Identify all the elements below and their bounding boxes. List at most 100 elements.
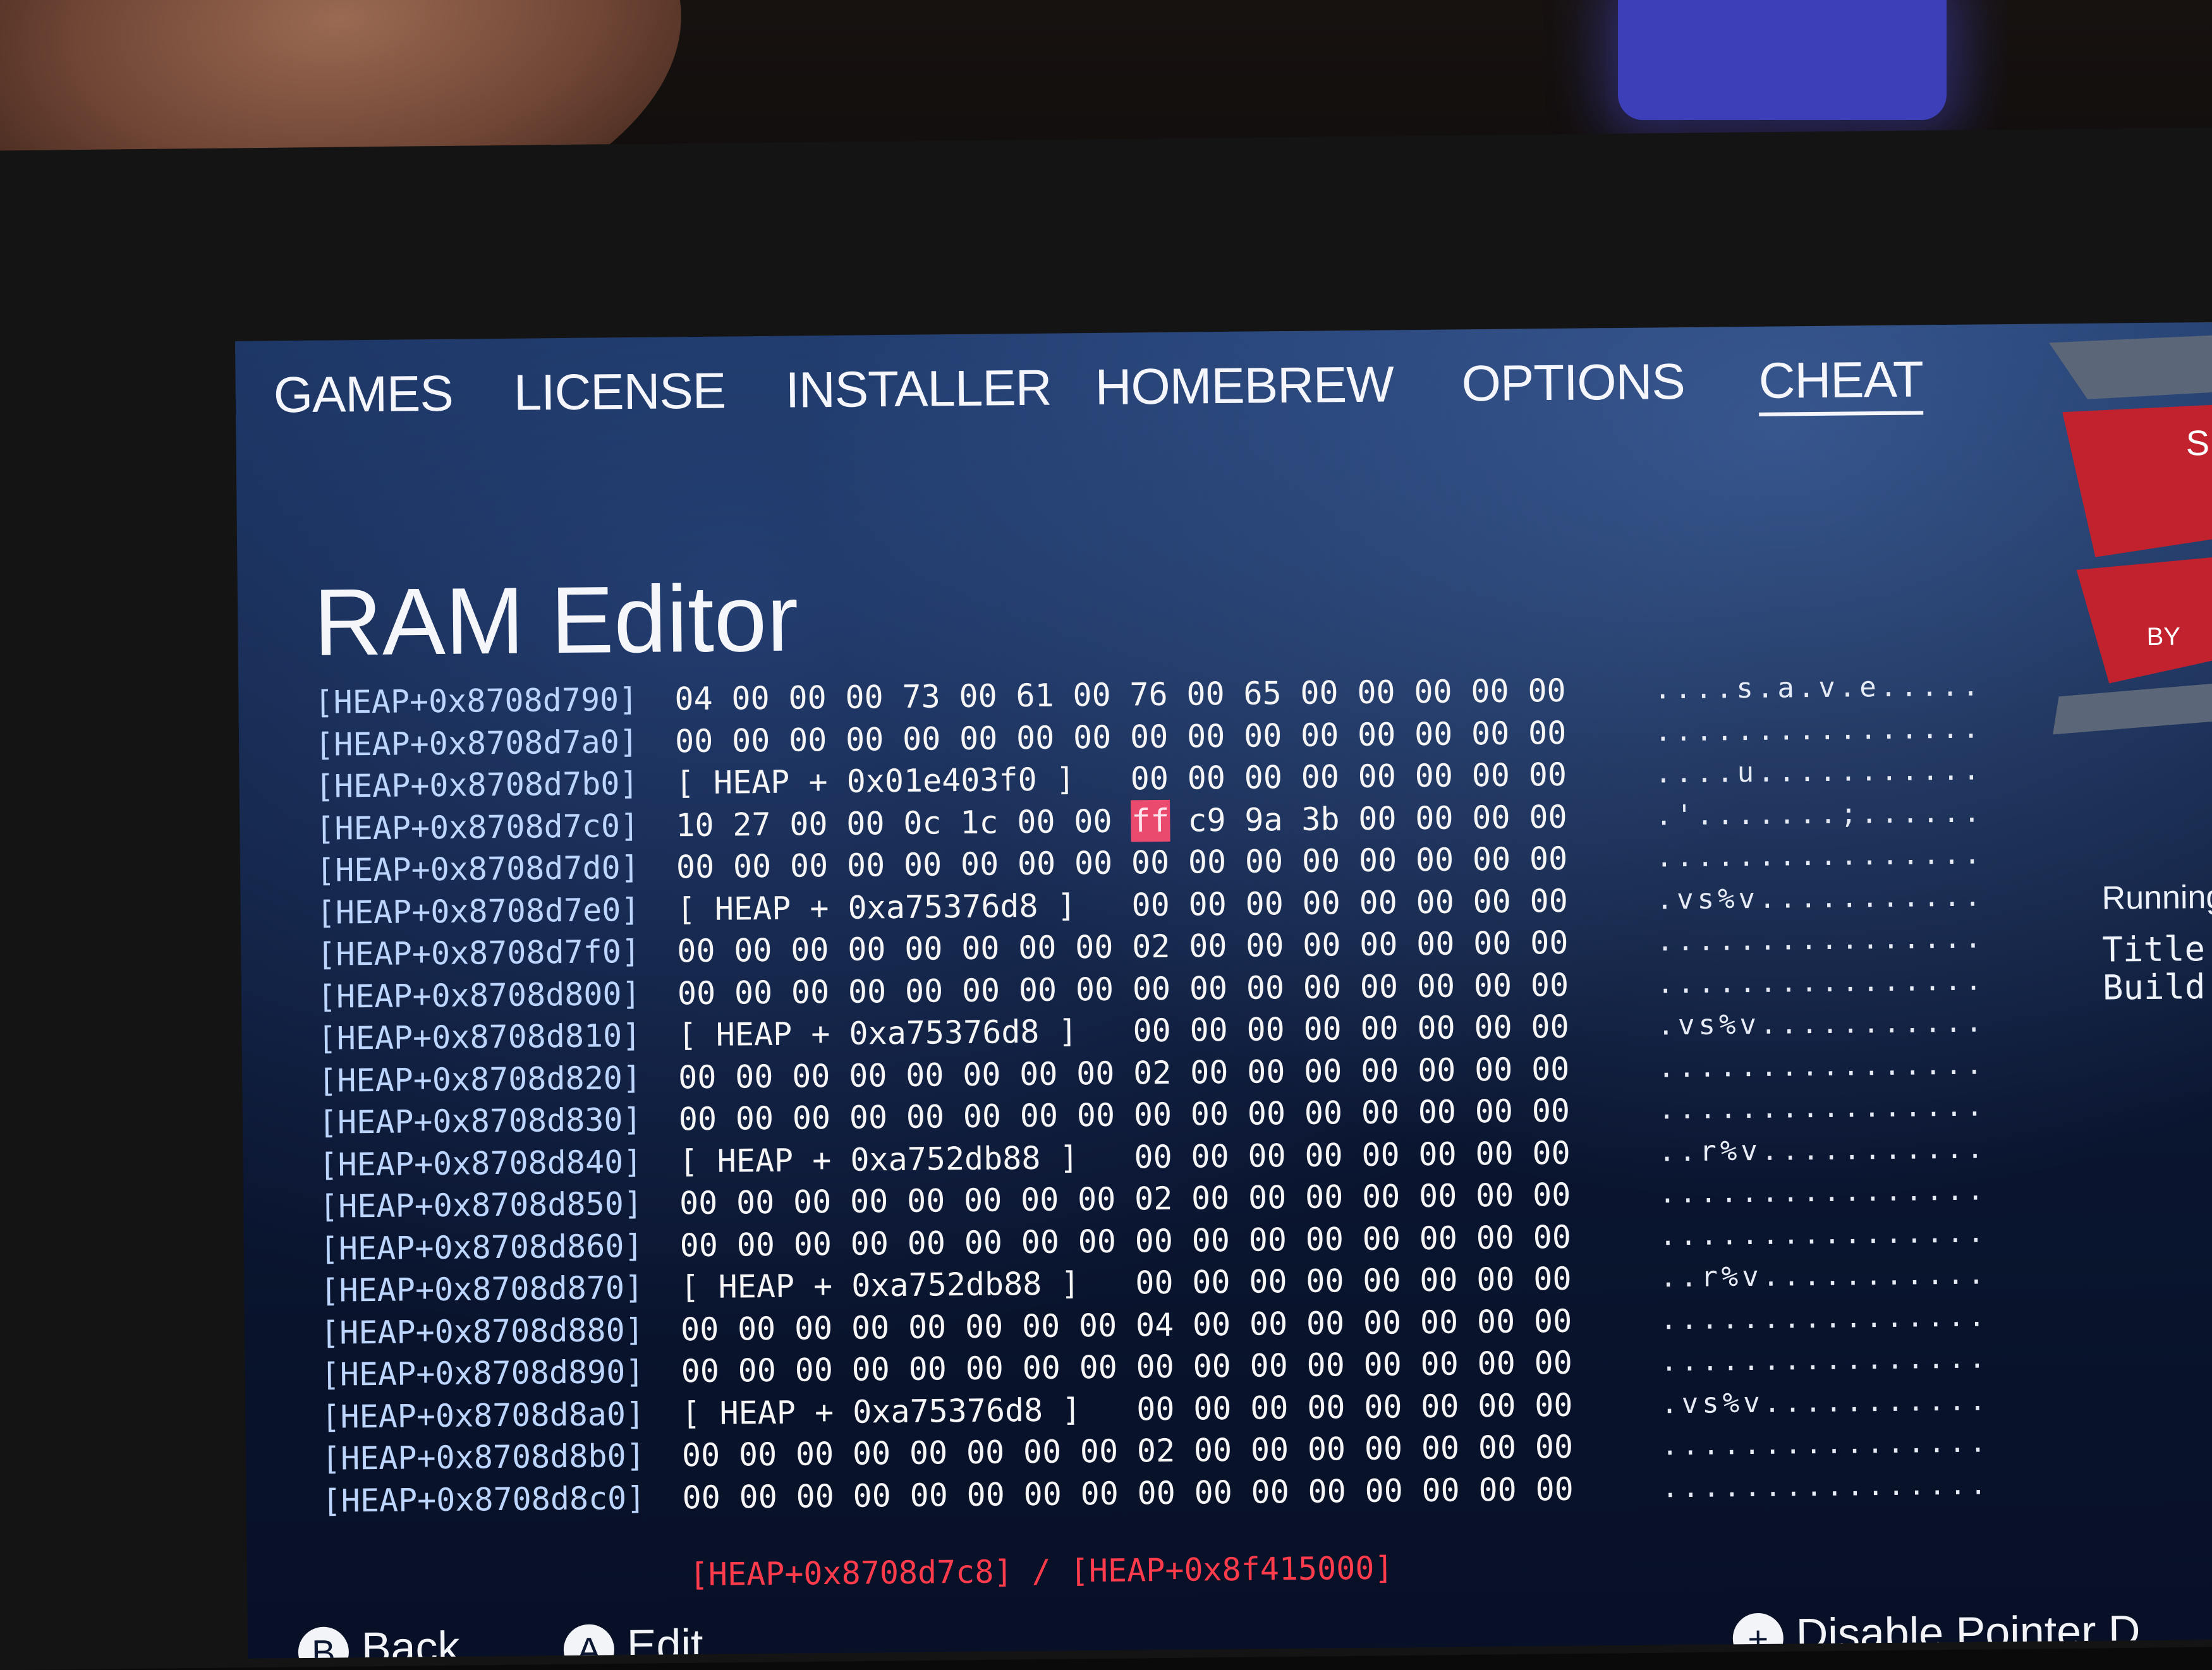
- hex-byte[interactable]: 00: [1419, 1259, 1477, 1301]
- hex-byte[interactable]: 00: [1188, 841, 1246, 883]
- hex-byte[interactable]: 00: [1307, 1386, 1364, 1428]
- hex-byte[interactable]: 00: [792, 1055, 849, 1097]
- hex-byte[interactable]: 00: [1416, 881, 1473, 923]
- hex-byte[interactable]: 00: [1531, 1089, 1589, 1132]
- hex-byte[interactable]: 00: [1073, 716, 1131, 758]
- hex-byte[interactable]: 00: [1018, 842, 1075, 885]
- hex-byte[interactable]: 00: [1416, 923, 1474, 965]
- tab-license[interactable]: LICENSE: [513, 362, 726, 422]
- hex-byte[interactable]: 00: [1189, 1009, 1247, 1051]
- hex-byte[interactable]: 00: [1016, 717, 1074, 759]
- hex-byte[interactable]: 00: [851, 1306, 909, 1348]
- hex-byte[interactable]: 00: [733, 845, 791, 888]
- hex-byte[interactable]: 00: [736, 1098, 793, 1140]
- hex-byte[interactable]: 00: [1473, 838, 1530, 880]
- hex-byte[interactable]: 00: [1473, 880, 1530, 923]
- hex-byte[interactable]: 00: [679, 1182, 737, 1224]
- hex-byte[interactable]: 00: [965, 1347, 1023, 1389]
- hex-byte[interactable]: 00: [1414, 713, 1472, 755]
- hex-byte[interactable]: 00: [1420, 1343, 1478, 1385]
- hex-byte[interactable]: 00: [1023, 1473, 1081, 1515]
- hex-byte[interactable]: 00: [1474, 964, 1531, 1007]
- hex-byte[interactable]: 00: [1187, 757, 1244, 799]
- hex-row[interactable]: [HEAP+0x8708d800] 00 00 00 00 00 00 00 00 00 00 00 0…: [317, 964, 1986, 1017]
- pointer-value[interactable]: [ HEAP + 0x01e403f0 ]: [675, 758, 1131, 804]
- hex-byte[interactable]: 00: [1308, 1428, 1365, 1470]
- hex-byte[interactable]: 00: [1191, 1135, 1248, 1177]
- hex-byte[interactable]: 00: [1075, 926, 1133, 968]
- hex-byte[interactable]: 00: [1476, 1216, 1533, 1259]
- hex-byte[interactable]: 00: [846, 802, 904, 844]
- hex-byte[interactable]: 00: [1477, 1342, 1534, 1384]
- hex-byte[interactable]: 00: [1477, 1300, 1534, 1343]
- hex-byte[interactable]: 00: [1134, 1094, 1191, 1136]
- hex-byte[interactable]: 73: [902, 675, 959, 718]
- hex-byte[interactable]: 00: [1135, 1262, 1193, 1304]
- hex-byte[interactable]: 00: [1361, 1134, 1419, 1176]
- hex-byte[interactable]: 61: [1016, 674, 1073, 717]
- hex-byte[interactable]: 00: [1358, 713, 1415, 756]
- hex-byte[interactable]: 00: [963, 1095, 1021, 1137]
- tab-options[interactable]: OPTIONS: [1461, 353, 1685, 413]
- hex-byte[interactable]: 00: [1131, 883, 1189, 926]
- hex-byte[interactable]: 00: [1190, 1093, 1248, 1135]
- hex-byte[interactable]: 00: [1078, 1178, 1135, 1220]
- hex-byte[interactable]: 00: [1249, 1345, 1307, 1387]
- hex-byte[interactable]: 00: [1301, 713, 1358, 756]
- hex-byte[interactable]: 00: [1478, 1426, 1536, 1468]
- hex-byte[interactable]: 00: [1364, 1386, 1421, 1428]
- hex-byte[interactable]: 00: [907, 1180, 964, 1222]
- hex-byte[interactable]: 00: [1251, 1429, 1308, 1471]
- hex-byte[interactable]: 00: [964, 1221, 1021, 1264]
- hex-byte[interactable]: 00: [682, 1476, 739, 1518]
- hex-byte[interactable]: 00: [1303, 965, 1361, 1008]
- hex-byte[interactable]: 00: [678, 972, 735, 1014]
- hex-byte[interactable]: 00: [909, 1432, 967, 1474]
- hex-byte[interactable]: 00: [788, 677, 846, 719]
- hex-byte[interactable]: 00: [1306, 1344, 1364, 1386]
- hex-byte[interactable]: 00: [796, 1433, 853, 1475]
- hex-byte[interactable]: 00: [1421, 1427, 1479, 1469]
- hex-byte[interactable]: 00: [1528, 670, 1585, 712]
- pointer-value[interactable]: [ HEAP + 0xa75376d8 ]: [678, 1010, 1133, 1056]
- hex-byte[interactable]: 00: [1530, 922, 1588, 964]
- hex-byte[interactable]: 00: [1364, 1427, 1422, 1470]
- hex-byte[interactable]: 00: [1134, 1219, 1192, 1262]
- hex-byte[interactable]: 00: [679, 1098, 736, 1140]
- hex-byte[interactable]: 02: [1132, 926, 1189, 968]
- pointer-value[interactable]: [ HEAP + 0xa75376d8 ]: [681, 1388, 1137, 1434]
- hex-byte[interactable]: 00: [1192, 1261, 1249, 1304]
- hex-byte[interactable]: 00: [1308, 1470, 1365, 1512]
- hex-byte[interactable]: 00: [1249, 1261, 1306, 1303]
- hex-byte[interactable]: 00: [1305, 1218, 1363, 1260]
- hex-byte[interactable]: 00: [1471, 712, 1529, 754]
- hex-byte[interactable]: 00: [791, 971, 849, 1013]
- hex-byte[interactable]: 00: [1303, 924, 1360, 966]
- edit-button[interactable]: A Edit: [563, 1619, 703, 1659]
- hex-byte[interactable]: 00: [739, 1434, 796, 1476]
- hex-byte[interactable]: 00: [1137, 1472, 1194, 1514]
- hex-byte[interactable]: 00: [961, 927, 1019, 969]
- pointer-value[interactable]: [ HEAP + 0xa752db88 ]: [680, 1262, 1136, 1308]
- hex-byte[interactable]: 00: [1133, 1010, 1190, 1052]
- hex-byte[interactable]: 00: [676, 845, 734, 888]
- hex-byte[interactable]: 00: [1417, 965, 1474, 1007]
- hex-byte[interactable]: 00: [1471, 754, 1529, 796]
- hex-byte[interactable]: 00: [1077, 1094, 1134, 1136]
- hex-byte[interactable]: 00: [793, 1181, 851, 1223]
- hex-byte[interactable]: 00: [1361, 1050, 1418, 1092]
- hex-byte[interactable]: 00: [1073, 674, 1130, 716]
- hex-byte[interactable]: 00: [1534, 1384, 1592, 1426]
- hex-byte[interactable]: 00: [1130, 758, 1188, 800]
- hex-byte[interactable]: 00: [908, 1305, 966, 1348]
- hex-byte[interactable]: 00: [902, 718, 960, 760]
- hex-byte[interactable]: 00: [1532, 1132, 1589, 1174]
- hex-row[interactable]: [HEAP+0x8708d810][ HEAP + 0xa75376d8 ] 00…: [317, 1006, 1986, 1060]
- hex-byte[interactable]: 00: [1360, 1007, 1418, 1050]
- hex-byte[interactable]: 00: [1304, 1092, 1361, 1134]
- hex-byte[interactable]: 00: [1476, 1174, 1533, 1216]
- hex-byte[interactable]: 00: [961, 843, 1018, 885]
- hex-byte[interactable]: 00: [1022, 1346, 1079, 1389]
- hex-byte[interactable]: 00: [1420, 1301, 1478, 1343]
- hex-byte[interactable]: 00: [906, 1096, 964, 1138]
